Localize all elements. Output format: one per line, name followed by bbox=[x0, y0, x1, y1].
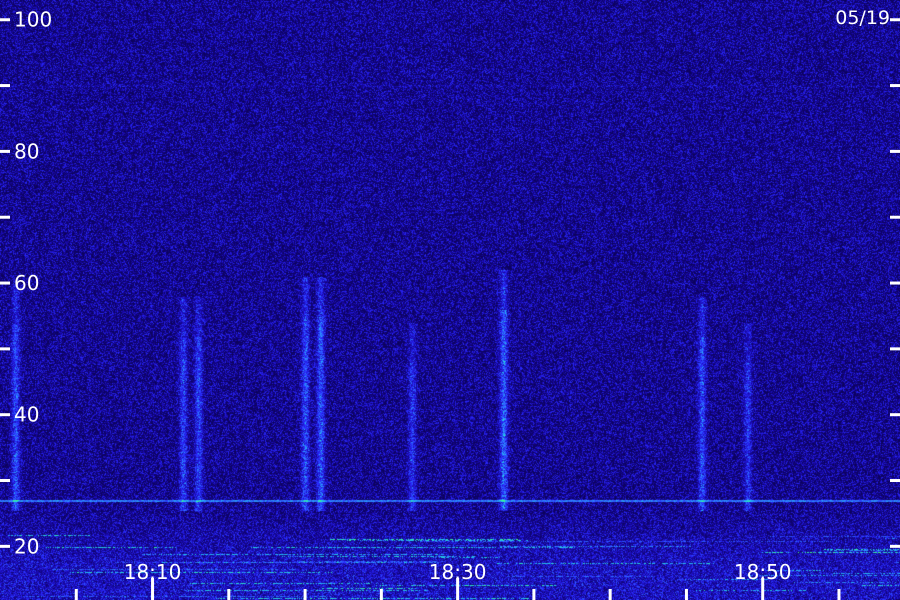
y-tick-label: 40 bbox=[14, 403, 39, 427]
date-label: 05/19 bbox=[835, 7, 890, 29]
y-major-tick-left bbox=[0, 149, 10, 153]
x-minor-tick bbox=[379, 589, 383, 600]
y-major-tick-left bbox=[0, 18, 10, 22]
y-minor-tick-right bbox=[890, 347, 900, 351]
y-minor-tick-left bbox=[0, 215, 10, 219]
y-major-tick-right bbox=[890, 18, 900, 22]
x-minor-tick bbox=[227, 589, 231, 600]
x-tick-label: 18:10 bbox=[124, 560, 182, 584]
y-major-tick-right bbox=[890, 413, 900, 417]
y-major-tick-right bbox=[890, 149, 900, 153]
x-minor-tick bbox=[303, 589, 307, 600]
y-tick-label: 20 bbox=[14, 534, 39, 558]
x-tick-label: 18:50 bbox=[734, 560, 792, 584]
y-major-tick-right bbox=[890, 544, 900, 548]
y-minor-tick-right bbox=[890, 479, 900, 483]
x-minor-tick bbox=[684, 589, 688, 600]
y-minor-tick-right bbox=[890, 84, 900, 88]
y-major-tick-right bbox=[890, 281, 900, 285]
y-minor-tick-left bbox=[0, 84, 10, 88]
x-minor-tick bbox=[74, 589, 78, 600]
y-tick-label: 80 bbox=[14, 139, 39, 163]
y-tick-label: 100 bbox=[14, 8, 52, 32]
x-minor-tick bbox=[532, 589, 536, 600]
y-minor-tick-right bbox=[890, 215, 900, 219]
y-axis-ticks: 20 40 60 80 100 bbox=[0, 8, 900, 558]
y-tick-label: 60 bbox=[14, 271, 39, 295]
y-major-tick-left bbox=[0, 281, 10, 285]
axes-overlay: 20 40 60 80 100 18:10 18:30 18:50 05/19 bbox=[0, 7, 900, 600]
y-minor-tick-left bbox=[0, 479, 10, 483]
x-tick-label: 18:30 bbox=[429, 560, 487, 584]
x-minor-tick bbox=[837, 589, 841, 600]
y-major-tick-left bbox=[0, 544, 10, 548]
y-minor-tick-left bbox=[0, 347, 10, 351]
y-major-tick-left bbox=[0, 413, 10, 417]
x-minor-tick bbox=[608, 589, 612, 600]
x-axis-ticks: 18:10 18:30 18:50 bbox=[74, 560, 841, 600]
